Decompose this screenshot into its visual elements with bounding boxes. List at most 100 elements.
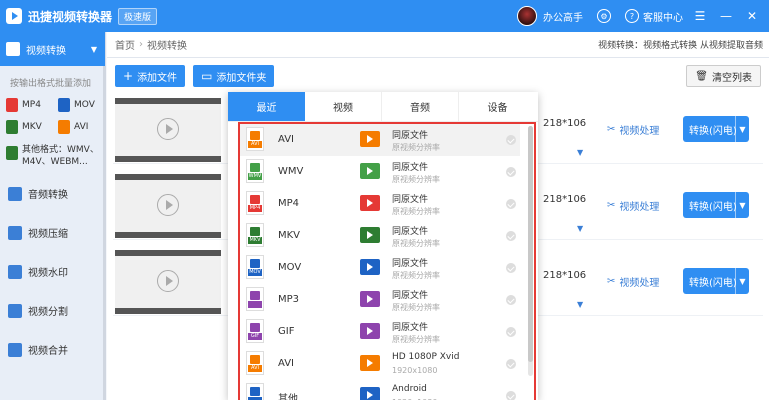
tab-audio[interactable]: 音频	[382, 92, 459, 121]
format-name: MP4	[278, 198, 300, 209]
chevron-down-icon[interactable]: ▼	[735, 116, 749, 142]
format-name: WMV	[278, 166, 304, 177]
format-glyph-icon	[250, 387, 260, 396]
quality-subtitle: 原视频分辨率	[392, 239, 440, 248]
breadcrumb: 首页 › 视频转换 视频转换：视频格式转换 从视频提取音频	[107, 32, 769, 58]
format-list-scrollbar[interactable]	[528, 126, 533, 376]
customer-service-link[interactable]: 客服中心	[643, 9, 683, 24]
sidebar-item-video-compress[interactable]: 视频压缩	[0, 213, 105, 252]
convert-button[interactable]: 转换(闪电) ▼	[683, 192, 749, 218]
video-process-label: 视频处理	[619, 202, 660, 213]
select-check-icon[interactable]	[506, 391, 516, 400]
minimize-button[interactable]: —	[717, 9, 735, 23]
scrollbar-thumb[interactable]	[528, 126, 533, 362]
video-thumbnail[interactable]	[115, 98, 221, 162]
sidebar-item-video-watermark[interactable]: 视频水印	[0, 252, 105, 291]
format-tabs: 最近 视频 音频 设备	[228, 92, 538, 122]
sidebar-item-video-split[interactable]: 视频分割	[0, 291, 105, 330]
add-folder-button[interactable]: ▭ 添加文件夹	[193, 65, 275, 87]
format-option[interactable]: MOV MOV 同原文件 原视频分辨率	[240, 252, 520, 284]
select-check-icon[interactable]	[506, 263, 516, 273]
format-option[interactable]: MP4 MP4 同原文件 原视频分辨率	[240, 188, 520, 220]
sidebar: 视频转换 ▼ 按输出格式批量添加 MP4 MOV MKV AVI 其他格式：WM…	[0, 32, 106, 400]
format-option[interactable]: MKV MKV 同原文件 原视频分辨率	[240, 220, 520, 252]
user-avatar[interactable]	[517, 6, 537, 26]
format-option[interactable]: MP3 同原文件 原视频分辨率	[240, 284, 520, 316]
tab-recent[interactable]: 最近	[228, 92, 305, 121]
video-process-link[interactable]: ✂ 视频处理	[607, 274, 659, 289]
play-icon[interactable]	[157, 118, 179, 140]
format-option[interactable]: AVI AVI HD 1080P Xvid 1920x1080	[240, 348, 520, 380]
chevron-down-icon[interactable]: ▼	[577, 148, 583, 157]
format-tag: MP4	[248, 205, 262, 212]
play-icon[interactable]	[157, 194, 179, 216]
scissors-icon: ✂	[607, 124, 616, 135]
format-tag: AVI	[248, 365, 262, 372]
video-thumbnail[interactable]	[115, 250, 221, 314]
breadcrumb-home[interactable]: 首页	[115, 37, 135, 52]
format-name: AVI	[278, 358, 294, 369]
video-merge-icon	[8, 342, 22, 357]
play-icon[interactable]	[157, 270, 179, 292]
chevron-down-icon[interactable]: ▼	[735, 268, 749, 294]
chevron-down-icon[interactable]: ▼	[735, 192, 749, 218]
select-check-icon[interactable]	[506, 167, 516, 177]
sidebar-item-audio-convert[interactable]: 音频转换	[0, 174, 105, 213]
menu-icon[interactable]: ☰	[691, 9, 709, 23]
mkv-file-icon	[6, 120, 18, 134]
format-name: 其他	[278, 394, 298, 400]
user-name[interactable]: 办公高手	[543, 9, 583, 24]
quality-icon	[360, 163, 380, 179]
format-option[interactable]: AVI AVI 同原文件 原视频分辨率	[240, 124, 520, 156]
breadcrumb-current: 视频转换	[147, 41, 187, 52]
tab-device[interactable]: 设备	[459, 92, 536, 121]
sidebar-item-video-convert[interactable]: 视频转换 ▼	[0, 32, 105, 66]
select-check-icon[interactable]	[506, 295, 516, 305]
chevron-down-icon[interactable]: ▼	[577, 224, 583, 233]
format-file-icon: MOV	[246, 255, 264, 279]
quick-format-other[interactable]: 其他格式：WMV、M4V、WEBM...	[6, 144, 110, 168]
scissors-icon: ✂	[607, 276, 616, 287]
add-file-label: 添加文件	[137, 72, 178, 84]
quick-format-mkv[interactable]: MKV	[6, 120, 58, 134]
quality-icon	[360, 291, 380, 307]
video-thumbnail[interactable]	[115, 174, 221, 238]
close-button[interactable]: ✕	[743, 9, 761, 23]
quality-subtitle: 原视频分辨率	[392, 175, 440, 184]
quick-format-mp4[interactable]: MP4	[6, 98, 58, 112]
select-check-icon[interactable]	[506, 135, 516, 145]
chevron-down-icon[interactable]: ▼	[577, 300, 583, 309]
format-option[interactable]: 其他Android1920x1080	[240, 380, 520, 400]
convert-button[interactable]: 转换(闪电) ▼	[683, 116, 749, 142]
format-file-icon: MP4	[246, 191, 264, 215]
format-tag: AVI	[248, 141, 262, 148]
format-tag	[248, 301, 262, 308]
format-glyph-icon	[250, 291, 260, 300]
video-process-label: 视频处理	[619, 126, 660, 137]
format-name: MOV	[278, 262, 302, 273]
sidebar-item-label: 视频合并	[28, 346, 68, 357]
video-process-link[interactable]: ✂ 视频处理	[607, 198, 659, 213]
convert-button[interactable]: 转换(闪电) ▼	[683, 268, 749, 294]
sidebar-item-label: 音频转换	[28, 190, 68, 201]
sidebar-scrollbar[interactable]	[103, 66, 106, 400]
format-option[interactable]: WMV WMV 同原文件 原视频分辨率	[240, 156, 520, 188]
select-check-icon[interactable]	[506, 327, 516, 337]
sidebar-item-video-merge[interactable]: 视频合并	[0, 330, 105, 369]
settings-icon[interactable]: ⚙	[597, 9, 611, 23]
folder-icon: ▭	[201, 69, 213, 83]
customer-service-icon[interactable]: ?	[625, 9, 639, 23]
tab-video[interactable]: 视频	[305, 92, 382, 121]
select-check-icon[interactable]	[506, 359, 516, 369]
add-file-button[interactable]: + 添加文件	[115, 65, 186, 87]
video-process-link[interactable]: ✂ 视频处理	[607, 122, 659, 137]
format-option[interactable]: GIF GIF 同原文件 原视频分辨率	[240, 316, 520, 348]
clear-list-button[interactable]: 🗑 清空列表	[686, 65, 761, 87]
quality-icon	[360, 131, 380, 147]
batch-add-hint: 按输出格式批量添加	[10, 79, 92, 89]
select-check-icon[interactable]	[506, 199, 516, 209]
convert-label: 转换(闪电)	[689, 201, 737, 213]
toolbar: + 添加文件 ▭ 添加文件夹 🗑 清空列表	[107, 58, 769, 94]
select-check-icon[interactable]	[506, 231, 516, 241]
edition-badge: 极速版	[118, 7, 158, 25]
